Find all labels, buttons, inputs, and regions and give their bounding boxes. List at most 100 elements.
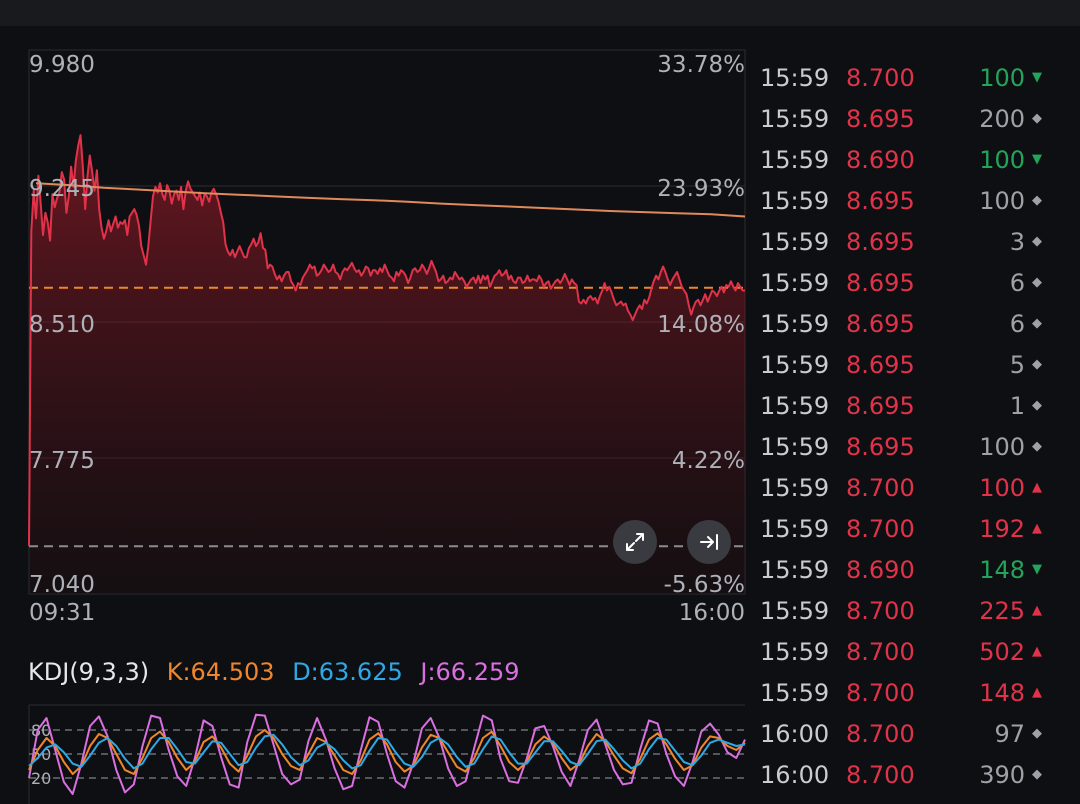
- tick-time: 15:59: [760, 268, 830, 297]
- tick-price: 8.700: [846, 719, 915, 748]
- kdj-series-line-j: [28, 713, 746, 795]
- diamond-icon: ◆: [1032, 357, 1042, 372]
- tick-volume: 225: [979, 596, 1025, 625]
- tick-time: 15:59: [760, 227, 830, 256]
- diamond-icon: ◆: [1032, 234, 1042, 249]
- tick-row: 15:59 8.695 6 ◆: [755, 303, 1045, 344]
- tick-volume: 1: [1009, 391, 1025, 420]
- tick-time: 15:59: [760, 186, 830, 215]
- arrow-down-icon: ▼: [1032, 562, 1042, 577]
- tick-volume: 390: [979, 760, 1025, 789]
- tick-row: 15:59 8.700 100 ▲: [755, 467, 1045, 508]
- jump-to-latest-icon: [700, 534, 718, 550]
- tick-row: 15:59 8.700 148 ▲: [755, 672, 1045, 713]
- average-price-line: [35, 182, 746, 218]
- tick-price: 8.695: [846, 432, 915, 461]
- expand-chart-button[interactable]: [613, 520, 657, 564]
- tick-price: 8.695: [846, 186, 915, 215]
- tick-row: 15:59 8.690 148 ▼: [755, 549, 1045, 590]
- tick-price: 8.700: [846, 637, 915, 666]
- price-axis-tick-label: 8.510: [29, 312, 95, 338]
- tick-price: 8.695: [846, 104, 915, 133]
- tick-volume: 5: [1009, 350, 1025, 379]
- tick-price: 8.700: [846, 760, 915, 789]
- tick-time: 15:59: [760, 514, 830, 543]
- tick-row: 15:59 8.700 192 ▲: [755, 508, 1045, 549]
- price-axis-tick-label: 9.980: [29, 52, 95, 78]
- tick-time: 16:00: [760, 760, 830, 789]
- diamond-icon: ◆: [1032, 398, 1042, 413]
- kdj-k-value: K:64.503: [166, 658, 275, 686]
- tick-volume: 148: [979, 555, 1025, 584]
- kdj-axis-tick-label: 20: [31, 769, 51, 788]
- tick-time: 15:59: [760, 596, 830, 625]
- kdj-d-value: D:63.625: [292, 658, 403, 686]
- tick-time: 15:59: [760, 104, 830, 133]
- arrow-up-icon: ▲: [1032, 480, 1042, 495]
- jump-to-latest-button[interactable]: [687, 520, 731, 564]
- tick-price: 8.690: [846, 555, 915, 584]
- tick-time: 15:59: [760, 432, 830, 461]
- arrow-up-icon: ▲: [1032, 644, 1042, 659]
- kdj-j-value: J:66.259: [420, 658, 520, 686]
- tick-row: 15:59 8.695 100 ◆: [755, 426, 1045, 467]
- tick-volume: 100: [979, 432, 1025, 461]
- kdj-title: KDJ(9,3,3): [28, 658, 150, 686]
- tick-time: 15:59: [760, 637, 830, 666]
- tick-row: 15:59 8.690 100 ▼: [755, 139, 1045, 180]
- tick-row: 16:00 8.700 97 ◆: [755, 713, 1045, 754]
- expand-icon: [626, 533, 644, 551]
- tick-row: 15:59 8.695 5 ◆: [755, 344, 1045, 385]
- tick-price: 8.700: [846, 473, 915, 502]
- tick-volume: 200: [979, 104, 1025, 133]
- tick-volume: 6: [1009, 268, 1025, 297]
- tick-time: 15:59: [760, 391, 830, 420]
- tick-price: 8.700: [846, 678, 915, 707]
- tick-row: 15:59 8.700 502 ▲: [755, 631, 1045, 672]
- time-axis-end-label: 16:00: [679, 600, 745, 626]
- tick-time: 15:59: [760, 309, 830, 338]
- diamond-icon: ◆: [1032, 726, 1042, 741]
- diamond-icon: ◆: [1032, 193, 1042, 208]
- tick-row: 15:59 8.695 6 ◆: [755, 262, 1045, 303]
- percent-axis-tick-label: 23.93%: [657, 176, 745, 202]
- tick-price: 8.695: [846, 227, 915, 256]
- tick-volume: 97: [994, 719, 1025, 748]
- kdj-legend: KDJ(9,3,3) K:64.503 D:63.625 J:66.259: [28, 658, 520, 686]
- percent-axis-tick-label: 4.22%: [672, 448, 745, 474]
- percent-axis-tick-label: 33.78%: [657, 52, 745, 78]
- tick-price: 8.690: [846, 145, 915, 174]
- tick-price: 8.695: [846, 309, 915, 338]
- tick-price: 8.700: [846, 596, 915, 625]
- arrow-up-icon: ▲: [1032, 603, 1042, 618]
- tick-volume: 100: [979, 473, 1025, 502]
- tick-price: 8.700: [846, 514, 915, 543]
- percent-axis-tick-label: 14.08%: [657, 312, 745, 338]
- diamond-icon: ◆: [1032, 767, 1042, 782]
- tick-time: 16:00: [760, 719, 830, 748]
- price-axis-tick-label: 7.040: [29, 572, 95, 598]
- arrow-down-icon: ▼: [1032, 152, 1042, 167]
- tick-volume: 3: [1009, 227, 1025, 256]
- tick-row: 16:00 8.700 390 ◆: [755, 754, 1045, 795]
- diamond-icon: ◆: [1032, 275, 1042, 290]
- tick-row: 15:59 8.700 100 ▼: [755, 57, 1045, 98]
- price-axis-tick-label: 9.245: [29, 176, 95, 202]
- tick-volume: 100: [979, 63, 1025, 92]
- tick-time: 15:59: [760, 473, 830, 502]
- tick-time: 15:59: [760, 678, 830, 707]
- percent-axis-tick-label: -5.63%: [664, 572, 745, 598]
- tick-volume: 6: [1009, 309, 1025, 338]
- tick-row: 15:59 8.695 200 ◆: [755, 98, 1045, 139]
- tick-time: 15:59: [760, 145, 830, 174]
- tick-time: 15:59: [760, 63, 830, 92]
- arrow-down-icon: ▼: [1032, 70, 1042, 85]
- diamond-icon: ◆: [1032, 111, 1042, 126]
- tick-row: 15:59 8.695 1 ◆: [755, 385, 1045, 426]
- tick-time: 15:59: [760, 350, 830, 379]
- tick-list[interactable]: 15:59 8.700 100 ▼ 15:59 8.695 200 ◆ 15:59 8.690 10…: [755, 57, 1045, 795]
- tick-price: 8.695: [846, 268, 915, 297]
- tick-row: 15:59 8.695 3 ◆: [755, 221, 1045, 262]
- tick-price: 8.695: [846, 391, 915, 420]
- price-axis-tick-label: 7.775: [29, 448, 95, 474]
